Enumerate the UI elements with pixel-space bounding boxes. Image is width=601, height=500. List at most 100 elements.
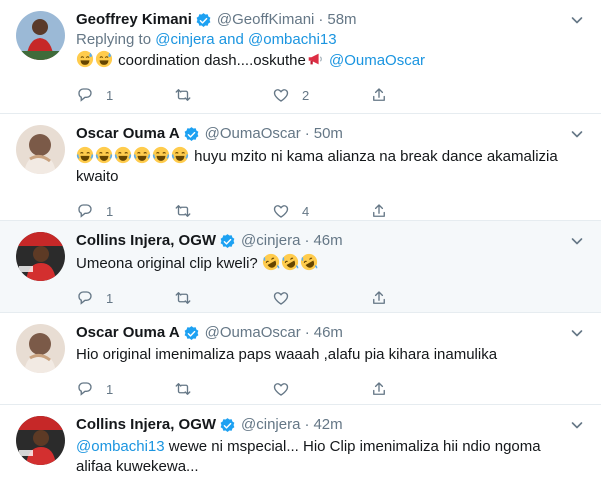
tweet-text-content: Hio original imenimaliza paps waaah ,ala…	[76, 346, 498, 363]
retweet-button[interactable]	[174, 289, 272, 307]
replying-users-link[interactable]: @cinjera and @ombachi13	[155, 31, 336, 48]
chevron-down-icon[interactable]	[569, 233, 585, 249]
tweet[interactable]: Collins Injera, OGW @cinjera · 42m @omba…	[0, 405, 601, 500]
like-icon	[272, 289, 290, 307]
avatar-image	[16, 416, 65, 465]
tweet-header: Collins Injera, OGW @cinjera · 42m	[76, 415, 585, 435]
timestamp[interactable]: 46m	[313, 231, 342, 251]
joy-emoji-icon	[152, 146, 170, 164]
replying-to: Replying to @cinjera and @ombachi13	[76, 30, 585, 50]
chevron-down-icon[interactable]	[569, 417, 585, 433]
tweet-header: Oscar Ouma A @OumaOscar · 50m	[76, 124, 585, 144]
timestamp[interactable]: 50m	[314, 124, 343, 144]
display-name[interactable]: Oscar Ouma A	[76, 124, 180, 144]
retweet-icon	[174, 289, 192, 307]
joy-emoji-icon	[171, 146, 189, 164]
tweet[interactable]: Oscar Ouma A @OumaOscar · 50m huyu mzito…	[0, 114, 601, 221]
avatar-image	[16, 232, 65, 281]
conversation-thread: Geoffrey Kimani @GeoffKimani · 58m Reply…	[0, 0, 601, 500]
display-name[interactable]: Geoffrey Kimani	[76, 10, 192, 30]
joy-emoji-icon	[95, 146, 113, 164]
user-handle[interactable]: @OumaOscar	[205, 323, 301, 343]
tweet-actions: 1	[76, 371, 585, 407]
display-name[interactable]: Oscar Ouma A	[76, 323, 180, 343]
share-icon	[370, 380, 388, 398]
timestamp[interactable]: 42m	[313, 415, 342, 435]
display-name[interactable]: Collins Injera, OGW	[76, 231, 216, 251]
user-handle[interactable]: @GeoffKimani	[217, 10, 315, 30]
like-button[interactable]: 4	[272, 202, 370, 220]
chevron-down-icon[interactable]	[569, 126, 585, 142]
user-handle[interactable]: @OumaOscar	[205, 124, 301, 144]
tweet-header: Collins Injera, OGW @cinjera · 46m	[76, 231, 585, 251]
verified-badge-icon	[183, 126, 200, 143]
like-button[interactable]	[272, 289, 370, 307]
tweet[interactable]: Geoffrey Kimani @GeoffKimani · 58m Reply…	[0, 0, 601, 114]
reply-count: 1	[106, 290, 114, 306]
tweet-text: Hio original imenimaliza paps waaah ,ala…	[76, 345, 585, 365]
chevron-down-icon[interactable]	[569, 325, 585, 341]
rofl-emoji-icon	[300, 253, 318, 271]
retweet-icon	[174, 202, 192, 220]
tweet-text: coordination dash....oskuthe @OumaOscar	[76, 50, 585, 71]
share-button[interactable]	[370, 289, 468, 307]
retweet-button[interactable]	[174, 380, 272, 398]
verified-badge-icon	[219, 417, 236, 434]
reply-count: 1	[106, 87, 114, 103]
joy-emoji-icon	[76, 146, 94, 164]
avatar[interactable]	[16, 324, 65, 373]
replying-prefix: Replying to	[76, 31, 156, 48]
separator-dot: ·	[304, 232, 310, 249]
reply-button[interactable]: 1	[76, 289, 174, 307]
reply-button[interactable]: 1	[76, 202, 174, 220]
like-icon	[272, 202, 290, 220]
avatar[interactable]	[16, 416, 65, 465]
retweet-button[interactable]	[174, 86, 272, 104]
separator-dot: ·	[318, 11, 324, 28]
display-name[interactable]: Collins Injera, OGW	[76, 415, 216, 435]
share-button[interactable]	[370, 380, 468, 398]
sweat-smile-emoji-icon	[76, 50, 94, 68]
avatar-image	[16, 324, 65, 373]
avatar-image	[16, 11, 65, 60]
user-handle[interactable]: @cinjera	[241, 415, 300, 435]
sweat-smile-emoji-icon	[95, 50, 113, 68]
tweet-actions: 1	[76, 280, 585, 316]
mention-link[interactable]: @ombachi13	[76, 438, 165, 455]
chevron-down-icon[interactable]	[569, 12, 585, 28]
share-button[interactable]	[370, 86, 468, 104]
user-handle[interactable]: @cinjera	[241, 231, 300, 251]
share-icon	[370, 289, 388, 307]
mention-link[interactable]: @OumaOscar	[329, 52, 425, 69]
retweet-icon	[174, 86, 192, 104]
rofl-emoji-icon	[281, 253, 299, 271]
avatar[interactable]	[16, 125, 65, 174]
share-icon	[370, 202, 388, 220]
reply-button[interactable]: 1	[76, 86, 174, 104]
reply-count: 1	[106, 381, 114, 397]
avatar[interactable]	[16, 11, 65, 60]
like-button[interactable]	[272, 380, 370, 398]
like-icon	[272, 86, 290, 104]
timestamp[interactable]: 58m	[327, 10, 356, 30]
tweet-text-content: coordination dash....oskuthe	[118, 52, 306, 69]
reply-icon	[76, 289, 94, 307]
share-icon	[370, 86, 388, 104]
avatar[interactable]	[16, 232, 65, 281]
tweet[interactable]: Collins Injera, OGW @cinjera · 46m Umeon…	[0, 221, 601, 313]
tweet-header: Geoffrey Kimani @GeoffKimani · 58m	[76, 10, 585, 30]
share-button[interactable]	[370, 202, 468, 220]
reply-count: 1	[106, 203, 114, 219]
tweet-text: @ombachi13 wewe ni mspecial... Hio Clip …	[76, 437, 585, 477]
verified-badge-icon	[183, 325, 200, 342]
reply-icon	[76, 86, 94, 104]
retweet-button[interactable]	[174, 202, 272, 220]
tweet-text-content: Umeona original clip kweli?	[76, 255, 258, 272]
tweet-text: huyu mzito ni kama alianza na break danc…	[76, 146, 585, 187]
like-button[interactable]: 2	[272, 86, 370, 104]
joy-emoji-icon	[133, 146, 151, 164]
tweet[interactable]: Oscar Ouma A @OumaOscar · 46m Hio origin…	[0, 313, 601, 405]
tweet-text: Umeona original clip kweli?	[76, 253, 585, 274]
reply-button[interactable]: 1	[76, 380, 174, 398]
timestamp[interactable]: 46m	[314, 323, 343, 343]
